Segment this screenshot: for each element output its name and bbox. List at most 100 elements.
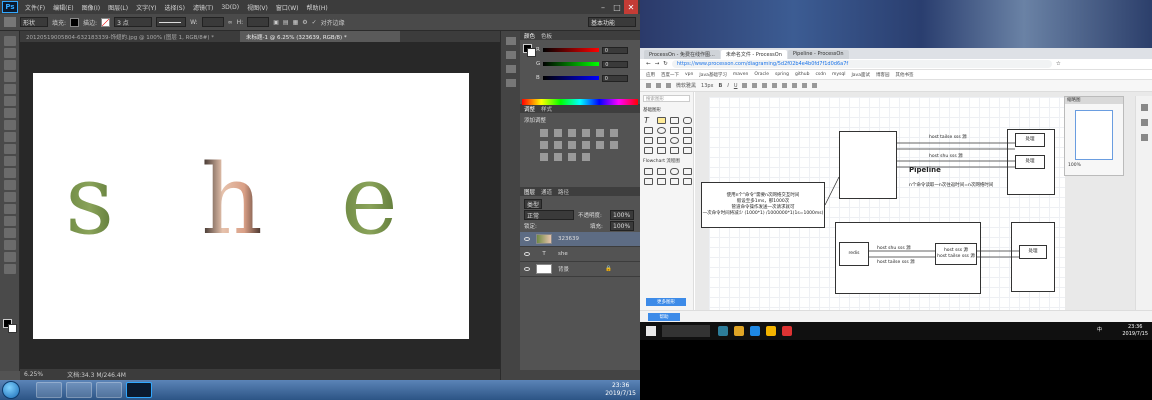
layer-row[interactable]: 背景 🔒 (520, 262, 640, 277)
bw-icon[interactable] (554, 141, 562, 149)
arrange-icon[interactable]: ▦ (293, 19, 299, 26)
document-canvas[interactable]: s h e (33, 73, 469, 339)
line-width-icon[interactable] (782, 83, 788, 88)
diagram-title[interactable]: Pipeline (909, 166, 941, 174)
chrome-icon[interactable] (766, 326, 776, 336)
italic-icon[interactable]: I (727, 83, 728, 89)
marquee-tool-icon[interactable] (4, 48, 16, 58)
photo-filter-icon[interactable] (568, 141, 576, 149)
browser-tab[interactable]: ProcessOn - 免费在线作图... (644, 50, 720, 59)
navigator-zoom[interactable]: 100% (1065, 160, 1123, 171)
bookmark[interactable]: 其他书签 (895, 72, 913, 78)
threshold-icon[interactable] (554, 153, 562, 161)
media-taskbar-icon[interactable] (96, 382, 122, 398)
tab-adjustments[interactable]: 调整 (524, 105, 535, 113)
shape-tool-icon[interactable] (4, 240, 16, 250)
stroke-type-select[interactable] (156, 17, 187, 27)
history-panel-icon[interactable] (1141, 134, 1148, 141)
dodge-tool-icon[interactable] (4, 192, 16, 202)
r-slider[interactable] (542, 48, 599, 52)
gear-icon[interactable]: ⚙ (302, 19, 307, 26)
b-slider[interactable] (542, 76, 599, 80)
invert-icon[interactable] (610, 141, 618, 149)
minimize-icon[interactable]: – (596, 0, 610, 14)
b-value[interactable]: 0 (601, 74, 628, 82)
explorer-icon[interactable] (734, 326, 744, 336)
character-panel-icon[interactable] (506, 65, 516, 73)
navigator-minimap[interactable] (1075, 110, 1113, 160)
width-field[interactable] (201, 17, 224, 27)
crop-tool-icon[interactable] (4, 84, 16, 94)
arrow-right-shape-icon[interactable] (644, 147, 653, 154)
format-painter-icon[interactable] (666, 83, 671, 88)
zoom-tool-icon[interactable] (4, 264, 16, 274)
preparation-shape-icon[interactable] (683, 178, 692, 185)
diagram-page[interactable]: Pipeline 处理 处理 host tailse sss 源 host sh… (701, 97, 1065, 310)
lib-section-basic[interactable]: 基础图形 (640, 105, 693, 115)
server-cell[interactable]: 处理 (1015, 155, 1045, 169)
text-shape-icon[interactable]: T (644, 117, 653, 125)
terminator-shape-icon[interactable] (670, 168, 679, 175)
bookmark[interactable]: Java基础学习 (699, 72, 727, 78)
start-button[interactable] (2, 381, 20, 399)
menu-window[interactable]: 窗口(W) (272, 3, 303, 12)
align-edges-checkbox[interactable]: ✓ (312, 19, 317, 26)
visibility-eye-icon[interactable] (524, 252, 530, 256)
menu-type[interactable]: 文字(Y) (132, 3, 160, 12)
doc-tab-untitled[interactable]: 未标题-1 @ 6.25% (323639, RGB/8) * (240, 31, 400, 42)
diamond-shape-icon[interactable] (670, 127, 679, 134)
bookmark[interactable]: maven (733, 72, 748, 77)
circle-shape-icon[interactable] (657, 127, 666, 134)
pen-tool-icon[interactable] (4, 17, 16, 27)
arrow-up-shape-icon[interactable] (657, 147, 666, 154)
font-size-select[interactable]: 13px (701, 83, 714, 89)
g-slider[interactable] (543, 62, 600, 66)
gradient-map-icon[interactable] (568, 153, 576, 161)
hand-tool-icon[interactable] (4, 252, 16, 262)
posterize-icon[interactable] (540, 153, 548, 161)
height-field[interactable] (247, 17, 270, 27)
background-color[interactable] (8, 324, 17, 333)
font-select[interactable]: 微软雅黑 (676, 82, 696, 89)
page-panel-icon[interactable] (1141, 119, 1148, 126)
process-shape-icon[interactable] (644, 168, 653, 175)
connector-icon[interactable] (792, 83, 798, 88)
levels-icon[interactable] (554, 129, 562, 137)
task-view-icon[interactable] (718, 326, 728, 336)
arrow-left-shape-icon[interactable] (670, 147, 679, 154)
decision-shape-icon[interactable] (657, 168, 666, 175)
manual-input-shape-icon[interactable] (670, 178, 679, 185)
lookup-icon[interactable] (596, 141, 604, 149)
balance-icon[interactable] (540, 141, 548, 149)
blend-mode-select[interactable]: 正常 (524, 210, 574, 220)
color-spectrum[interactable] (522, 99, 638, 105)
hexagon-shape-icon[interactable] (644, 137, 653, 144)
back-icon[interactable]: ← (646, 61, 651, 67)
history-panel-icon[interactable] (506, 37, 516, 45)
octagon-shape-icon[interactable] (657, 137, 666, 144)
win7-clock[interactable]: 23:36 2019/7/15 (605, 382, 636, 398)
menu-help[interactable]: 帮助(H) (303, 3, 332, 12)
ime-indicator[interactable]: 中 (1097, 326, 1102, 333)
star-icon[interactable]: ☆ (1056, 61, 1061, 67)
bg-color-chip[interactable] (527, 48, 536, 57)
forward-icon[interactable]: → (655, 61, 660, 67)
properties-panel-icon[interactable] (506, 51, 516, 59)
note-shape-icon[interactable] (657, 117, 666, 124)
document-shape-icon[interactable] (644, 178, 653, 185)
type-tool-icon[interactable] (4, 216, 16, 226)
path-select-tool-icon[interactable] (4, 228, 16, 238)
rect-shape-icon[interactable] (670, 117, 679, 124)
g-value[interactable]: 0 (602, 60, 629, 68)
fill-swatch[interactable] (70, 17, 80, 27)
color-swatches[interactable] (3, 319, 17, 333)
style-panel-icon[interactable] (1141, 104, 1148, 111)
opacity-field[interactable]: 100% (610, 210, 634, 220)
menu-edit[interactable]: 编辑(E) (49, 3, 77, 12)
bookmark[interactable]: mysql (832, 72, 846, 77)
tab-layers[interactable]: 图层 (524, 188, 535, 196)
doc-tab-photo[interactable]: 20120519005804-632183339-饰翅的.jpg @ 100% … (20, 31, 240, 42)
channel-mixer-icon[interactable] (582, 141, 590, 149)
stamp-tool-icon[interactable] (4, 132, 16, 142)
paragraph-panel-icon[interactable] (506, 79, 516, 87)
